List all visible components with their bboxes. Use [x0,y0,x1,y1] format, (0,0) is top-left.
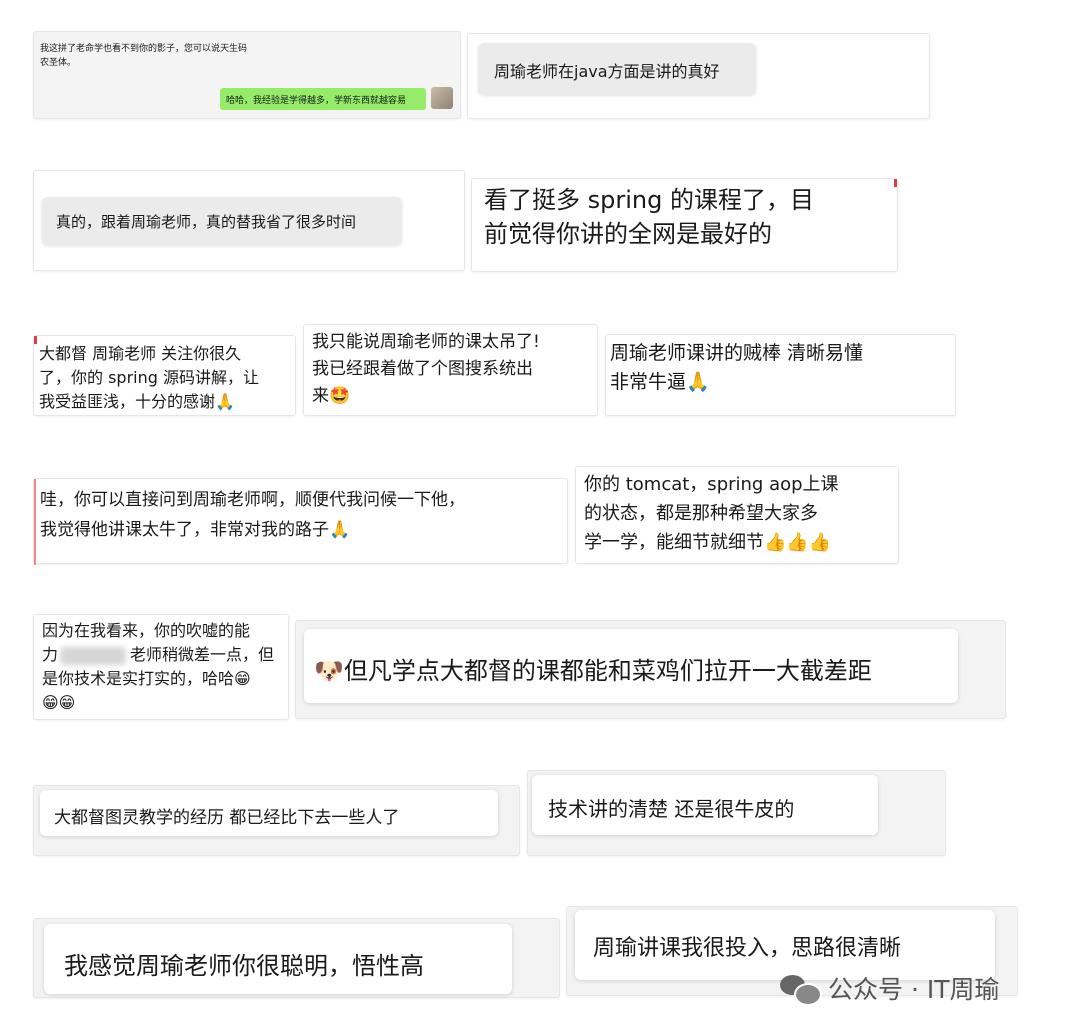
comment-card-1: 我这拼了老命学也看不到你的影子，您可以说天生码 农圣体。 哈哈，我经验是学得越多… [33,31,461,119]
comment-text: 😁😁 [42,693,76,712]
comment-text: 来🤩 [312,386,351,406]
comment-text: 周瑜老师课讲的贼棒 清晰易懂 [610,342,864,364]
comment-bubble: 周瑜老师在java方面是讲的真好 [478,43,756,95]
comment-bubble: 真的，跟着周瑜老师，真的替我省了很多时间 [42,197,402,245]
comment-text: 我受益匪浅，十分的感谢🙏 [39,392,235,411]
watermark: 公众号 · IT周瑜 [780,968,1000,1008]
red-mark [34,336,37,344]
comment-bubble: 技术讲的清楚 还是很牛皮的 [532,775,878,835]
red-mark [894,179,897,187]
comment-text: 前觉得你讲的全网是最好的 [484,220,772,248]
comment-text: 周瑜老师在java方面是讲的真好 [494,62,720,81]
comment-card-2: 周瑜老师在java方面是讲的真好 [467,33,930,119]
comment-text: 学一学，能细节就细节👍👍👍 [584,532,832,553]
comment-bubble: 我感觉周瑜老师你很聪明，悟性高 [44,924,512,994]
redacted-blur [60,647,126,665]
comment-card-12: 大都督图灵教学的经历 都已经比下去一些人了 [33,785,520,856]
comment-text: 非常牛逼🙏 [610,371,710,393]
comment-text: 我感觉周瑜老师你很聪明，悟性高 [64,952,424,980]
comment-text: 你的 tomcat，spring aop上课 [584,474,839,495]
comment-text: 我只能说周瑜老师的课太吊了! [312,332,540,352]
comment-text: 看了挺多 spring 的课程了，目 [484,186,814,214]
comment-card-9: 你的 tomcat，spring aop上课 的状态，都是那种希望大家多 学一学… [575,466,899,564]
comment-card-13: 技术讲的清楚 还是很牛皮的 [527,770,946,856]
comment-card-14: 我感觉周瑜老师你很聪明，悟性高 [33,918,560,998]
comment-card-11: 🐶但凡学点大都督的课都能和菜鸡们拉开一大截差距 [295,620,1006,719]
comment-text: 哇，你可以直接问到周瑜老师啊，顺便代我问候一下他， [40,490,465,510]
comment-text: 真的，跟着周瑜老师，真的替我省了很多时间 [56,213,357,231]
comment-text: 的状态，都是那种希望大家多 [584,503,818,524]
comment-text: 我这拼了老命学也看不到你的影子，您可以说天生码 [40,44,248,54]
comment-text: 我觉得他讲课太牛了，非常对我的路子🙏 [40,520,351,540]
comment-card-3: 真的，跟着周瑜老师，真的替我省了很多时间 [33,170,465,271]
comment-card-6: 我只能说周瑜老师的课太吊了! 我已经跟着做了个图搜系统出 来🤩 [303,324,598,416]
comment-text: 大都督 周瑜老师 关注你很久 [39,344,242,363]
comment-text: 了，你的 spring 源码讲解，让 [39,368,259,387]
comment-text: 大都督图灵教学的经历 都已经比下去一些人了 [54,808,400,828]
comment-text: 周瑜讲课我很投入，思路很清晰 [593,936,902,961]
watermark-text: 公众号 · IT周瑜 [828,975,1000,1004]
comment-text: 是你技术是实打实的，哈哈😁 [42,669,251,688]
comment-bubble: 大都督图灵教学的经历 都已经比下去一些人了 [40,790,498,836]
comment-card-5: 大都督 周瑜老师 关注你很久 了，你的 spring 源码讲解，让 我受益匪浅，… [33,335,296,416]
comment-card-7: 周瑜老师课讲的贼棒 清晰易懂 非常牛逼🙏 [605,334,956,416]
comment-text: 🐶但凡学点大都督的课都能和菜鸡们拉开一大截差距 [314,657,872,685]
comment-card-8: 哇，你可以直接问到周瑜老师啊，顺便代我问候一下他， 我觉得他讲课太牛了，非常对我… [33,478,568,565]
comment-card-4: 看了挺多 spring 的课程了，目 前觉得你讲的全网是最好的 [471,178,898,272]
avatar [431,87,453,109]
comment-text: 农圣体。 [40,58,77,68]
comment-bubble: 🐶但凡学点大都督的课都能和菜鸡们拉开一大截差距 [304,629,958,703]
comment-text: 老师稍微差一点，但 [130,645,275,664]
comment-card-10: 因为在我看来，你的吹嘘的能 力 老师稍微差一点，但 是你技术是实打实的，哈哈😁 … [33,614,289,720]
comment-text: 因为在我看来，你的吹嘘的能 [42,621,251,640]
reply-text: 哈哈，我经验是学得越多，学新东西就越容易 [226,96,407,106]
comment-text: 我已经跟着做了个图搜系统出 [312,359,533,379]
red-mark [34,479,36,565]
wechat-icon [780,973,822,1006]
comment-text: 力 [42,645,59,664]
reply-bubble: 哈哈，我经验是学得越多，学新东西就越容易 [220,88,426,110]
comment-text: 技术讲的清楚 还是很牛皮的 [548,797,795,821]
